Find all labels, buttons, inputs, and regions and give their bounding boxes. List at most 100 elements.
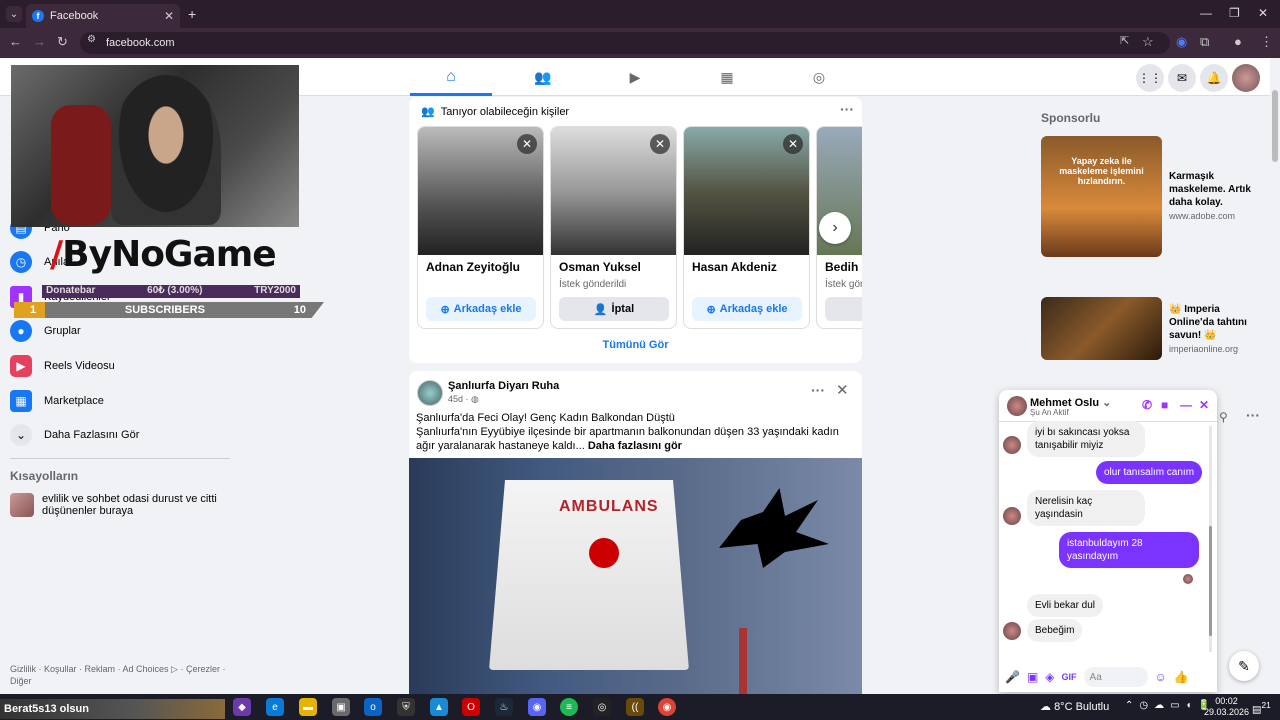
call-icon[interactable]: ✆: [1142, 398, 1152, 412]
sidebar-item-marketplace[interactable]: ▦ Marketplace: [10, 386, 104, 416]
cancel-request-button[interactable]: 👤 İptal: [559, 297, 669, 321]
new-tab-button[interactable]: +: [188, 6, 196, 22]
close-icon[interactable]: ✕: [650, 134, 670, 154]
see-all-link[interactable]: Tümünü Gör: [409, 339, 862, 351]
obs-icon[interactable]: ◎: [593, 698, 611, 716]
steam-icon[interactable]: ♨: [495, 698, 513, 716]
back-icon[interactable]: ←: [9, 34, 22, 49]
chevron-down-icon: ⌄: [10, 424, 32, 446]
post-image[interactable]: AMBULANS: [409, 458, 862, 701]
sidebar-item-groups[interactable]: ● Gruplar: [10, 316, 81, 346]
emoji-icon[interactable]: ☺: [1155, 670, 1167, 684]
notifications-bell-icon[interactable]: 🔔: [1200, 64, 1228, 92]
account-avatar[interactable]: [1232, 64, 1260, 92]
tab-search-icon[interactable]: ⌄: [6, 6, 22, 22]
more-options-icon[interactable]: ···: [840, 101, 854, 117]
post-text: Şanlıurfa'da Feci Olay! Genç Kadın Balko…: [416, 412, 839, 452]
post-time[interactable]: 45d · ◍: [448, 394, 479, 405]
new-message-compose-icon[interactable]: ✎: [1229, 651, 1259, 681]
forward-icon[interactable]: →: [33, 34, 46, 49]
request-status: İstek gön: [825, 279, 862, 290]
install-app-icon[interactable]: ⇱: [1120, 34, 1129, 47]
edge-icon[interactable]: e: [266, 698, 284, 716]
add-friend-button[interactable]: ⊕ Arkadaş ekle: [692, 297, 802, 321]
marketplace-nav-icon[interactable]: ▦: [712, 66, 742, 88]
shortcuts-heading: Kısayolların: [10, 469, 79, 483]
contacts-options-icon[interactable]: ···: [1246, 407, 1260, 423]
store-icon: ▦: [10, 390, 32, 412]
video-nav-icon[interactable]: ▶: [620, 66, 650, 88]
person-card[interactable]: ✕ Osman Yuksel İstek gönderildi 👤 İptal: [550, 126, 677, 329]
see-more-link[interactable]: Daha fazlasını gör: [588, 440, 682, 452]
message-input[interactable]: Aa: [1083, 667, 1148, 687]
spotify-icon[interactable]: ≡: [560, 698, 578, 716]
incoming-message: Evli bekar dul: [1027, 594, 1104, 617]
security-icon[interactable]: ⛨: [397, 698, 415, 716]
sidebar-item-reels[interactable]: ▶ Reels Videosu: [10, 351, 115, 381]
close-chat-icon[interactable]: ✕: [1199, 398, 1209, 412]
search-contacts-icon[interactable]: ⚲: [1219, 410, 1228, 424]
minimize-window-icon[interactable]: —: [1200, 6, 1212, 20]
discord-icon[interactable]: ◉: [528, 698, 546, 716]
like-thumb-icon[interactable]: 👍: [1174, 670, 1189, 684]
post-options-icon[interactable]: ···: [811, 382, 825, 398]
bookmark-star-icon[interactable]: ☆: [1142, 34, 1154, 50]
chat-scrollbar[interactable]: [1209, 426, 1212, 652]
clock[interactable]: 00:02 29.03.2026: [1204, 696, 1249, 718]
menu-grid-icon[interactable]: ⋮⋮: [1136, 64, 1164, 92]
close-icon[interactable]: ✕: [783, 134, 803, 154]
photos-icon[interactable]: ▲: [430, 698, 448, 716]
file-explorer-icon[interactable]: ▬: [299, 698, 317, 716]
home-nav-icon[interactable]: ⌂: [436, 66, 466, 88]
minimize-chat-icon[interactable]: —: [1180, 398, 1192, 412]
chat-header[interactable]: Mehmet Oslu ⌄ Şu An Aktif ✆ ■ — ✕: [999, 390, 1217, 422]
image-icon[interactable]: ▣: [1027, 670, 1038, 684]
close-window-icon[interactable]: ✕: [1258, 6, 1268, 20]
hide-post-icon[interactable]: ✕: [836, 381, 849, 399]
cancel-request-button[interactable]: [825, 297, 862, 321]
system-tray-icons[interactable]: ⌃◷☁▭◖🔋: [1125, 700, 1216, 711]
next-arrow-icon[interactable]: ›: [819, 212, 851, 244]
close-tab-icon[interactable]: ✕: [164, 9, 174, 23]
scrollbar-thumb[interactable]: [1272, 90, 1278, 162]
extension-icon[interactable]: ◉: [1176, 34, 1187, 50]
ad-url[interactable]: imperiaonline.org: [1169, 344, 1238, 354]
page-name[interactable]: Şanlıurfa Diyarı Ruha: [448, 380, 559, 392]
store-app-icon[interactable]: ▣: [332, 698, 350, 716]
opera-icon[interactable]: O: [462, 698, 480, 716]
restore-window-icon[interactable]: ❐: [1229, 6, 1240, 20]
reload-icon[interactable]: ↻: [57, 34, 68, 50]
sticker-icon[interactable]: ◈: [1045, 670, 1054, 684]
ad-title[interactable]: 👑 Imperia Online'da tahtını savun! 👑: [1169, 303, 1261, 342]
ad-url[interactable]: www.adobe.com: [1169, 211, 1235, 221]
page-avatar[interactable]: [417, 380, 443, 406]
audio-app-icon[interactable]: ((: [626, 698, 644, 716]
taskbar-app-icon[interactable]: ◆: [233, 698, 251, 716]
shortcut-item[interactable]: evlilik ve sohbet odasi durust ve citti …: [10, 493, 230, 517]
adobe-ad-image[interactable]: Yapay zeka ile maskeleme işlemini hızlan…: [1041, 136, 1162, 257]
weather-widget[interactable]: ☁ 8°C Bulutlu: [1040, 700, 1109, 713]
video-call-icon[interactable]: ■: [1161, 398, 1168, 412]
groups-nav-icon[interactable]: ◎: [804, 66, 834, 88]
person-card[interactable]: ✕ Hasan Akdeniz ⊕ Arkadaş ekle: [683, 126, 810, 329]
ad-title[interactable]: Karmaşık maskeleme. Artık daha kolay.: [1169, 170, 1261, 209]
messenger-icon[interactable]: ✉: [1168, 64, 1196, 92]
footer-links[interactable]: Gizlilik · Koşullar · Reklam · Ad Choice…: [10, 663, 230, 687]
outlook-icon[interactable]: o: [364, 698, 382, 716]
chrome-icon[interactable]: ◉: [658, 698, 676, 716]
profile-icon[interactable]: ●: [1234, 34, 1242, 49]
close-icon[interactable]: ✕: [517, 134, 537, 154]
site-info-icon[interactable]: ⚙: [87, 34, 96, 45]
browser-menu-icon[interactable]: ⋮: [1260, 34, 1273, 50]
notification-center-icon[interactable]: ▤21: [1252, 700, 1271, 715]
person-card[interactable]: ✕ Adnan Zeyitoğlu ⊕ Arkadaş ekle: [417, 126, 544, 329]
microphone-icon[interactable]: 🎤: [1005, 670, 1020, 684]
extensions-puzzle-icon[interactable]: ⧉: [1200, 34, 1209, 50]
gif-icon[interactable]: GIF: [1062, 672, 1077, 682]
imperia-ad-image[interactable]: [1041, 297, 1162, 360]
friends-nav-icon[interactable]: 👥: [528, 66, 558, 88]
address-bar[interactable]: facebook.com: [80, 32, 1170, 54]
browser-tab[interactable]: f Facebook ✕: [26, 4, 180, 28]
add-friend-button[interactable]: ⊕ Arkadaş ekle: [426, 297, 536, 321]
sidebar-item-see-more[interactable]: ⌄ Daha Fazlasını Gör: [10, 420, 139, 450]
